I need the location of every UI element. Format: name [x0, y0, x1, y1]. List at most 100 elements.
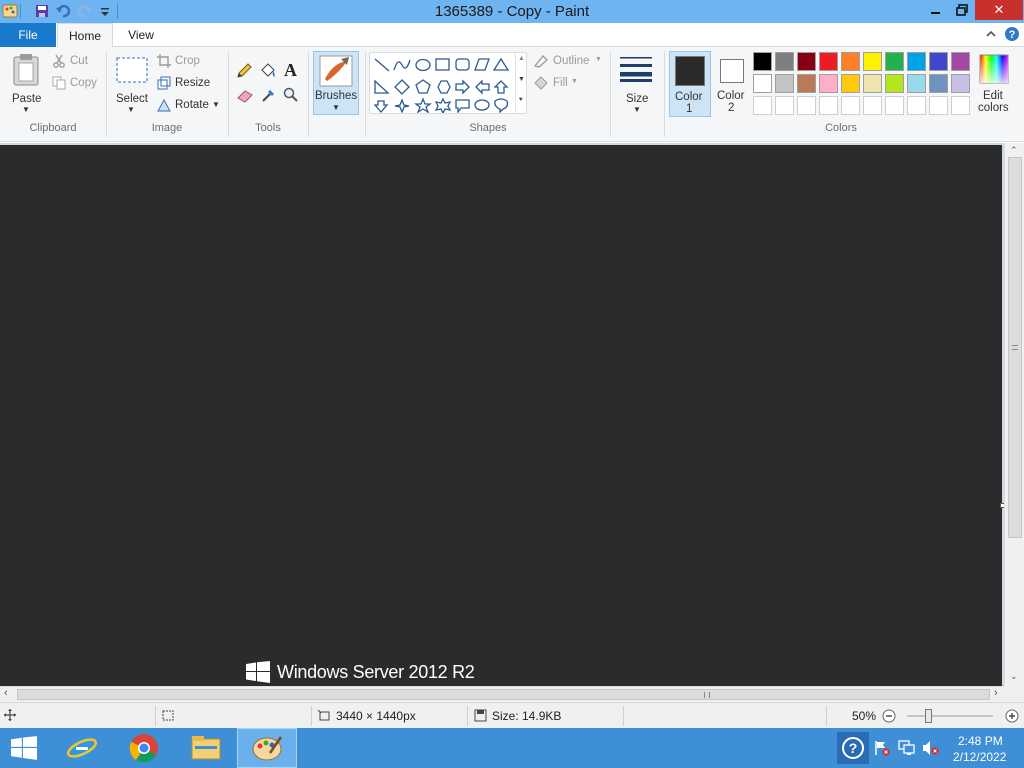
palette-swatch[interactable] — [797, 74, 816, 93]
copy-button[interactable]: Copy — [52, 75, 102, 93]
shapes-expand-icon[interactable]: ⯆ — [518, 97, 524, 105]
palette-swatch[interactable] — [929, 52, 948, 71]
horizontal-scroll-thumb[interactable] — [17, 689, 990, 700]
network-icon[interactable] — [898, 740, 916, 756]
palette-swatch[interactable] — [885, 52, 904, 71]
fill-bucket-icon[interactable] — [259, 62, 277, 80]
palette-swatch[interactable] — [753, 52, 772, 71]
paste-label: Paste — [12, 93, 42, 105]
color1-button[interactable]: Color 1 — [669, 51, 711, 117]
tools-group-label: Tools — [255, 122, 281, 134]
palette-swatch[interactable] — [951, 52, 970, 71]
palette-swatch[interactable] — [797, 52, 816, 71]
tab-view[interactable]: View — [114, 23, 168, 47]
palette-swatch[interactable] — [907, 74, 926, 93]
taskbar-internet-explorer[interactable] — [52, 728, 112, 768]
edit-colors-button[interactable]: Edit colors — [976, 51, 1012, 117]
palette-custom-slot[interactable] — [863, 96, 882, 115]
palette-swatch[interactable] — [775, 74, 794, 93]
palette-swatch[interactable] — [863, 52, 882, 71]
scroll-up-icon[interactable]: ⌃ — [1010, 145, 1018, 156]
eraser-icon[interactable] — [236, 89, 254, 103]
pencil-icon[interactable] — [236, 63, 252, 79]
palette-swatch[interactable] — [951, 74, 970, 93]
color2-button[interactable]: Color 2 — [714, 51, 754, 117]
clock-time[interactable]: 2:48 PM — [958, 734, 1003, 748]
palette-custom-slot[interactable] — [753, 96, 772, 115]
scroll-left-icon[interactable]: ‹ — [4, 687, 8, 699]
ribbon-tabs: File Home View ? — [0, 23, 1024, 48]
palette-swatch[interactable] — [841, 74, 860, 93]
taskbar-paint[interactable] — [237, 728, 297, 768]
help-tray-button[interactable]: ? — [837, 732, 869, 764]
palette-swatch[interactable] — [885, 74, 904, 93]
cut-button[interactable]: Cut — [52, 53, 102, 71]
size-button[interactable]: Size ▼ — [616, 51, 656, 117]
tab-file[interactable]: File — [0, 23, 56, 47]
color-picker-icon[interactable] — [261, 87, 277, 103]
taskbar-file-explorer[interactable] — [176, 728, 236, 768]
palette-swatch[interactable] — [819, 74, 838, 93]
restore-button[interactable] — [949, 0, 974, 20]
paste-icon — [13, 54, 39, 86]
palette-swatch[interactable] — [929, 74, 948, 93]
resize-button[interactable]: Resize — [157, 75, 217, 93]
zoom-in-icon[interactable] — [1005, 709, 1019, 723]
zoom-slider-track[interactable] — [907, 715, 993, 717]
palette-swatch[interactable] — [753, 74, 772, 93]
minimize-button[interactable] — [922, 0, 948, 20]
tab-home[interactable]: Home — [57, 23, 113, 48]
clock-date[interactable]: 2/12/2022 — [953, 750, 1006, 764]
palette-swatch[interactable] — [863, 74, 882, 93]
drawing-canvas[interactable]: Windows Server 2012 R2 — [0, 145, 1002, 686]
palette-custom-slot[interactable] — [841, 96, 860, 115]
palette-custom-slot[interactable] — [797, 96, 816, 115]
text-tool-icon[interactable]: A — [284, 60, 297, 81]
magnifier-icon[interactable] — [283, 87, 299, 103]
crop-button[interactable]: Crop — [157, 53, 217, 71]
fill-button[interactable]: Fill ▼ — [533, 75, 593, 93]
brushes-button[interactable]: Brushes ▼ — [313, 51, 359, 115]
scroll-right-icon[interactable]: › — [994, 687, 998, 699]
vertical-scroll-thumb[interactable] — [1008, 157, 1022, 538]
palette-custom-slot[interactable] — [819, 96, 838, 115]
volume-muted-icon[interactable] — [922, 740, 940, 756]
close-button[interactable]: ✕ — [975, 0, 1023, 20]
scroll-down-icon[interactable]: ⌄ — [1010, 671, 1018, 682]
zoom-out-icon[interactable] — [882, 709, 896, 723]
shapes-scroll-down-icon[interactable]: ▼ — [518, 76, 525, 83]
outline-button[interactable]: Outline ▼ — [533, 53, 609, 71]
status-bar: 3440 × 1440px Size: 14.9KB 50% — [0, 702, 1024, 728]
image-dimensions: 3440 × 1440px — [336, 709, 416, 723]
title-bar: 1365389 - Copy - Paint ✕ — [0, 0, 1024, 23]
status-divider — [467, 706, 468, 726]
shapes-scrollbar[interactable]: ▲ ▼ ⯆ — [515, 53, 527, 113]
brushes-dropdown-icon: ▼ — [332, 103, 340, 112]
palette-swatch[interactable] — [819, 52, 838, 71]
palette-custom-slot[interactable] — [775, 96, 794, 115]
paste-button[interactable]: Paste ▼ — [6, 51, 48, 117]
status-divider — [623, 706, 624, 726]
shapes-gallery[interactable]: ▲ ▼ ⯆ — [369, 52, 527, 114]
palette-custom-slot[interactable] — [929, 96, 948, 115]
select-button[interactable]: Select ▼ — [112, 51, 152, 117]
minimize-ribbon-icon[interactable] — [985, 29, 997, 39]
color2-label: Color — [717, 90, 745, 102]
zoom-slider-thumb[interactable] — [924, 709, 932, 723]
horizontal-scrollbar[interactable]: ‹ › — [0, 686, 1004, 702]
taskbar-chrome[interactable] — [114, 728, 174, 768]
start-button[interactable] — [0, 728, 48, 768]
palette-swatch[interactable] — [775, 52, 794, 71]
image-group-label: Image — [151, 122, 183, 134]
action-center-flag-icon[interactable] — [874, 740, 890, 756]
palette-swatch[interactable] — [907, 52, 926, 71]
file-explorer-icon — [191, 736, 221, 760]
shapes-scroll-up-icon[interactable]: ▲ — [518, 55, 525, 62]
palette-swatch[interactable] — [841, 52, 860, 71]
help-icon[interactable]: ? — [1004, 26, 1020, 42]
palette-custom-slot[interactable] — [951, 96, 970, 115]
vertical-scrollbar[interactable]: ⌃ ⌄ — [1004, 143, 1024, 686]
palette-custom-slot[interactable] — [907, 96, 926, 115]
palette-custom-slot[interactable] — [885, 96, 904, 115]
rotate-button[interactable]: Rotate ▼ — [157, 97, 221, 115]
